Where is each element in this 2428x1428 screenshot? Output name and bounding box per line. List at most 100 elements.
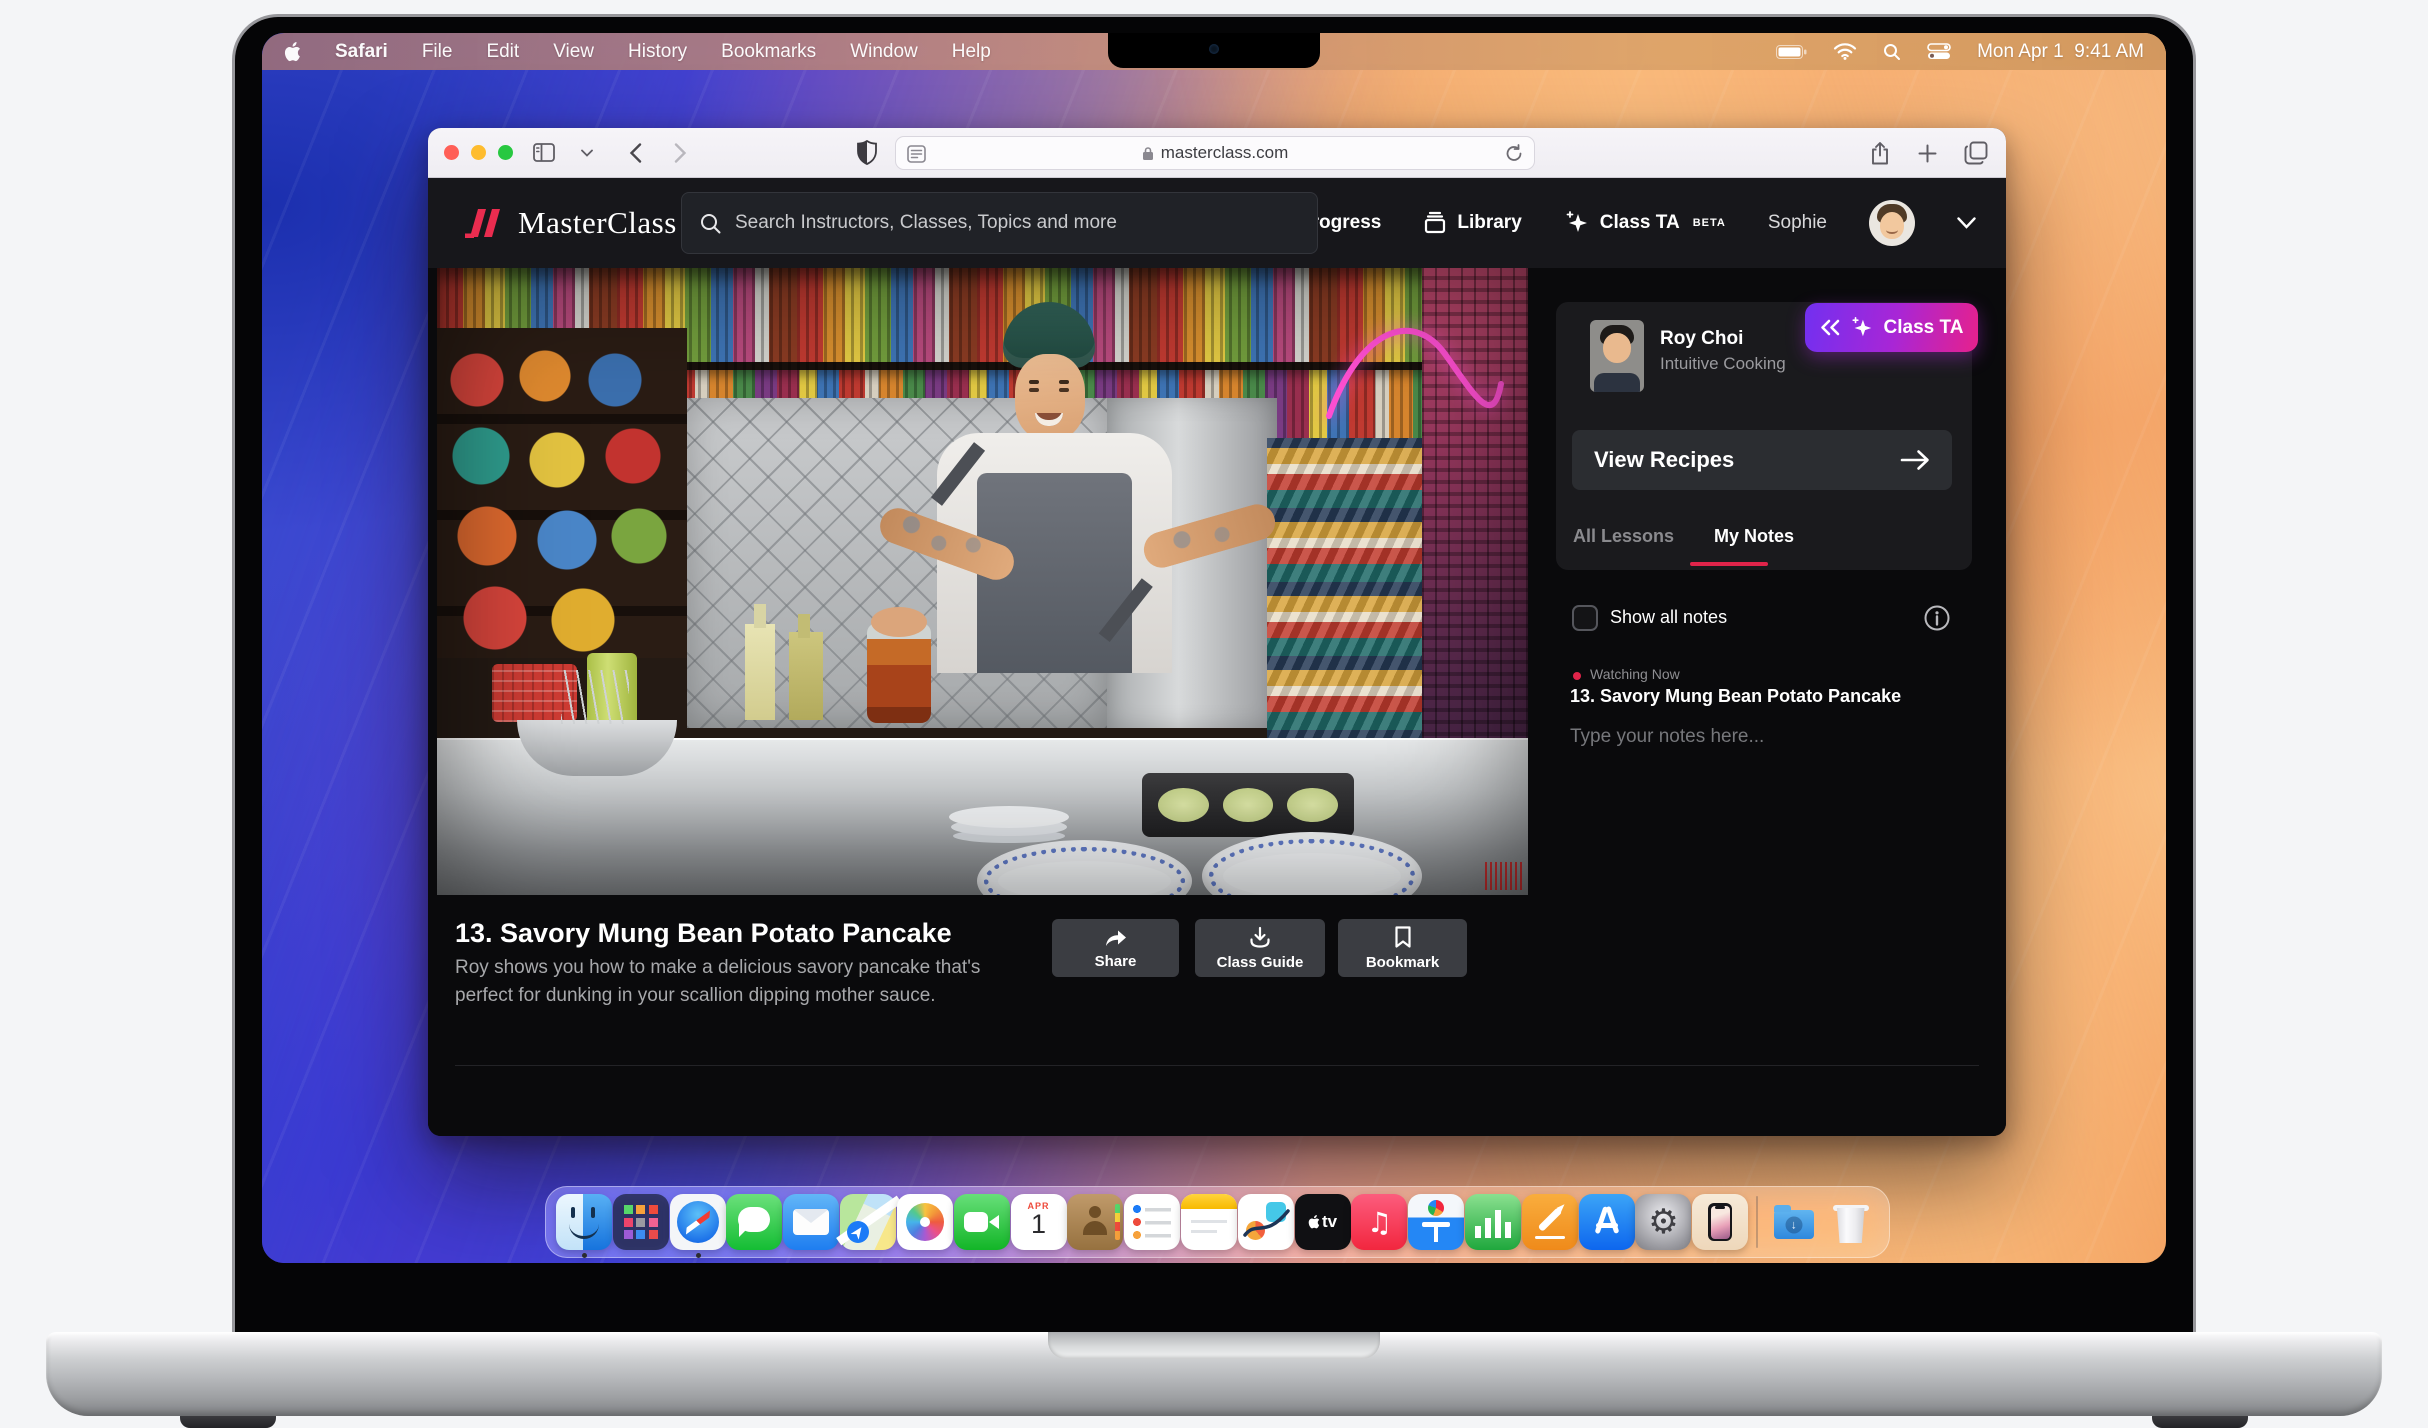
safari-toolbar: masterclass.com [428,128,2006,178]
sidebar-toggle-icon[interactable] [533,143,559,163]
bookmark-button[interactable]: Bookmark [1338,919,1467,977]
menu-item-bookmarks[interactable]: Bookmarks [721,41,816,63]
dock-contacts-icon[interactable] [1067,1194,1123,1250]
dock-calendar-icon[interactable]: APR1 [1011,1194,1067,1250]
spotlight-icon[interactable] [1883,43,1901,61]
avatar[interactable] [1869,200,1915,246]
instructor-thumbnail[interactable] [1590,320,1644,392]
collapse-chevrons-icon [1820,319,1840,336]
window-controls [444,145,513,160]
tab-my-notes[interactable]: My Notes [1714,526,1794,547]
dock-trash-icon[interactable] [1823,1194,1879,1250]
dock: APR1 tv ♫ ⚙ [545,1186,1890,1258]
dock-appstore-icon[interactable] [1579,1194,1635,1250]
menu-item-safari[interactable]: Safari [335,41,388,63]
menu-bar-clock[interactable]: Mon Apr 1 9:41 AM [1977,41,2144,63]
new-tab-icon[interactable] [1918,144,1937,163]
notes-input[interactable]: Type your notes here... [1570,726,1764,748]
thumb-body [1594,373,1640,392]
class-guide-button[interactable]: Class Guide [1195,919,1325,977]
lock-icon [1142,146,1154,161]
beta-badge: BETA [1693,217,1726,229]
dock-numbers-icon[interactable] [1465,1194,1521,1250]
menu-item-window[interactable]: Window [850,41,918,63]
info-icon[interactable] [1924,605,1950,631]
share-button[interactable]: Share [1052,919,1179,977]
dock-launchpad-icon[interactable] [613,1194,669,1250]
nav-library[interactable]: Class TA Library [1423,211,1521,235]
user-name: Sophie [1768,212,1827,234]
sparkle-icon [1564,210,1590,236]
search-input[interactable]: Search Instructors, Classes, Topics and … [681,192,1318,254]
forward-button[interactable] [674,143,687,163]
dock-mail-icon[interactable] [783,1194,839,1250]
content-divider [455,1065,1979,1066]
apple-marketing-scene: Safari File Edit View History Bookmarks … [0,0,2428,1428]
dock-pages-icon[interactable] [1522,1194,1578,1250]
menu-item-edit[interactable]: Edit [486,41,519,63]
course-name: Intuitive Cooking [1660,354,1786,374]
dock-keynote-icon[interactable] [1408,1194,1464,1250]
reload-icon[interactable] [1505,144,1523,163]
dock-music-icon[interactable]: ♫ [1351,1194,1407,1250]
dock-downloads-icon[interactable] [1766,1194,1822,1250]
show-all-notes-label: Show all notes [1610,607,1727,628]
address-bar[interactable]: masterclass.com [895,136,1535,170]
back-button[interactable] [629,143,642,163]
reader-icon[interactable] [907,145,926,163]
class-ta-button[interactable]: Class TA [1805,303,1978,352]
header-nav: My Progress Class TA Library Class TABET… [1235,200,2006,246]
tab-all-lessons[interactable]: All Lessons [1573,526,1674,547]
dock-reminders-icon[interactable] [1124,1194,1180,1250]
menu-item-view[interactable]: View [553,41,594,63]
nav-class-ta[interactable]: Class TABETA [1564,210,1726,236]
running-indicator [582,1253,587,1258]
lesson-title: 13. Savory Mung Bean Potato Pancake [455,918,952,949]
battery-icon[interactable] [1776,45,1807,59]
apple-menu-icon[interactable] [284,42,301,62]
menu-item-file[interactable]: File [422,41,453,63]
menu-item-help[interactable]: Help [952,41,991,63]
dock-notes-icon[interactable] [1181,1194,1237,1250]
masterclass-page: MasterClass Search Instructors, Classes,… [428,178,2006,1136]
tab-overview-icon[interactable] [1964,141,1988,165]
minimize-window-button[interactable] [471,145,486,160]
current-lesson-title: 13. Savory Mung Bean Potato Pancake [1570,686,1901,707]
dock-photos-icon[interactable] [897,1194,953,1250]
brand-title: MasterClass [518,205,677,241]
dock-facetime-icon[interactable] [954,1194,1010,1250]
show-all-notes-checkbox[interactable] [1572,605,1598,631]
masterclass-logo-mark [461,203,505,243]
sparkle-icon [1850,316,1874,340]
dock-finder-icon[interactable] [556,1194,612,1250]
address-url: masterclass.com [1161,143,1289,163]
close-window-button[interactable] [444,145,459,160]
masterclass-logo[interactable]: MasterClass [461,203,677,243]
dock-tv-icon[interactable]: tv [1295,1194,1351,1250]
dock-iphone-mirroring-icon[interactable] [1692,1194,1748,1250]
dock-freeform-icon[interactable] [1238,1194,1294,1250]
macbook-foot [180,1416,276,1428]
instructor-name: Roy Choi [1660,328,1743,350]
privacy-shield-icon[interactable] [856,140,878,166]
video-vignette [437,268,1528,895]
menu-item-history[interactable]: History [628,41,687,63]
search-icon [700,213,721,234]
watching-now-dot [1573,672,1581,680]
share-page-icon[interactable] [1869,141,1891,166]
tab-group-chevron-icon[interactable] [581,149,593,157]
wifi-icon[interactable] [1833,43,1857,60]
dock-maps-icon[interactable] [840,1194,896,1250]
video-player[interactable] [437,268,1528,895]
running-indicator [696,1253,701,1258]
dock-safari-icon[interactable] [670,1194,726,1250]
dock-settings-icon[interactable]: ⚙ [1635,1194,1691,1250]
dock-messages-icon[interactable] [726,1194,782,1250]
download-icon [1248,926,1272,949]
view-recipes-button[interactable]: View Recipes [1572,430,1952,490]
control-center-icon[interactable] [1927,43,1951,60]
watching-now-label: Watching Now [1590,666,1680,682]
chevron-down-icon[interactable] [1957,217,1976,229]
lesson-tabs: All Lessons My Notes [1573,526,1794,547]
zoom-window-button[interactable] [498,145,513,160]
